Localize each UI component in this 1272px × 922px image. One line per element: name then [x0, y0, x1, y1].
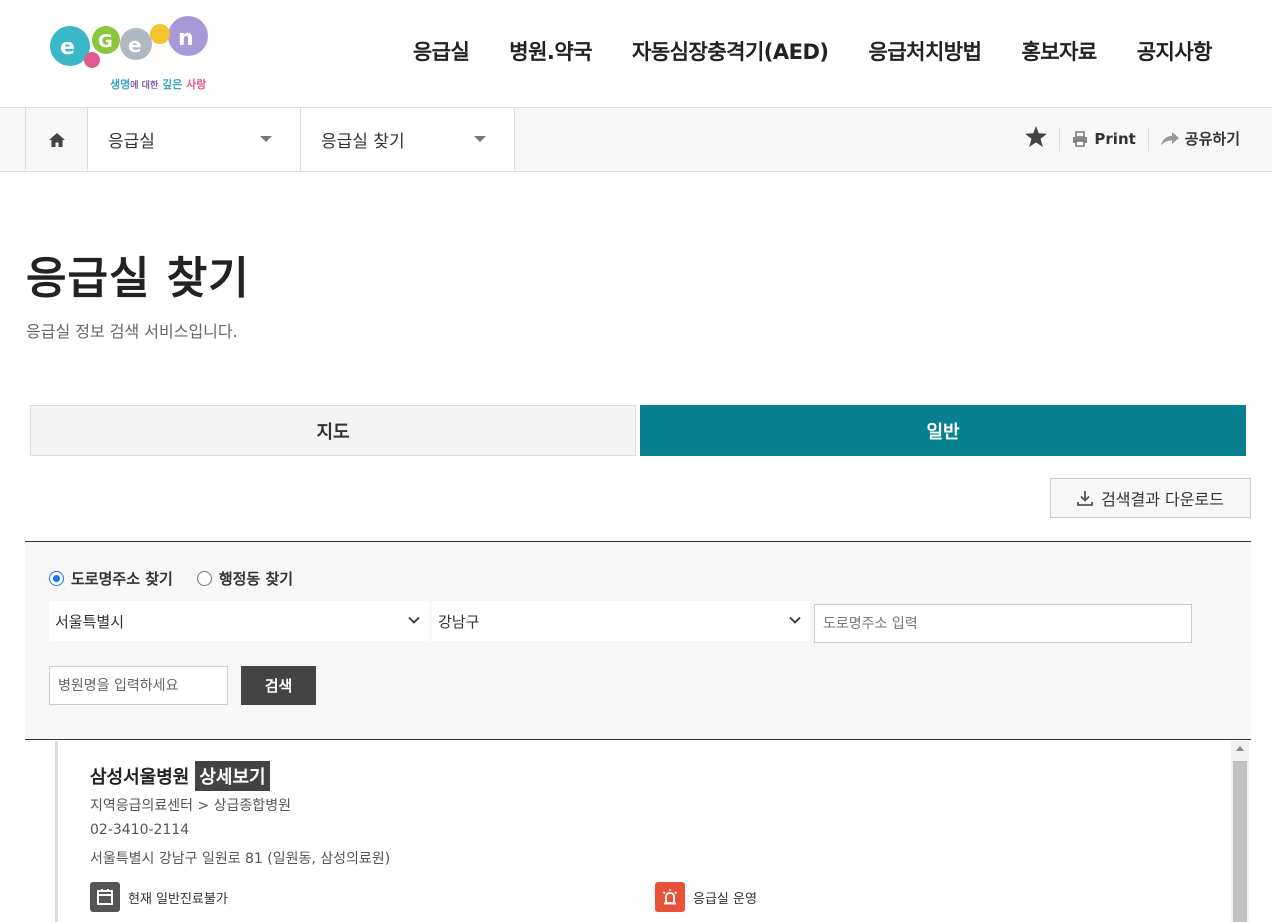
district-select[interactable]: 강남구 — [432, 601, 810, 641]
page-description: 응급실 정보 검색 서비스입니다. — [26, 322, 238, 341]
share-button[interactable]: 공유하기 — [1160, 128, 1240, 149]
home-button[interactable] — [25, 108, 88, 171]
chevron-down-icon — [408, 616, 420, 624]
site-header: e G e n 생명에 대한 깊은 사랑 응급실 병원.약국 자동심장충격기(A… — [0, 0, 1272, 108]
tab-general[interactable]: 일반 — [640, 405, 1246, 456]
tab-map[interactable]: 지도 — [30, 405, 636, 456]
location-bar: 응급실 응급실 찾기 Print 공유하기 — [0, 108, 1272, 172]
radio-road-address[interactable]: 도로명주소 찾기 — [49, 568, 173, 589]
site-logo[interactable]: e G e n 생명에 대한 깊은 사랑 — [48, 14, 218, 94]
print-button[interactable]: Print — [1072, 129, 1136, 148]
scroll-up-button[interactable] — [1231, 745, 1249, 759]
location-depth2-label: 응급실 찾기 — [321, 132, 405, 152]
results-list: 삼성서울병원 상세보기 지역응급의료센터 > 상급종합병원 02-3410-21… — [55, 741, 1251, 922]
nav-aed[interactable]: 자동심장충격기(AED) — [632, 36, 829, 66]
favorite-button[interactable] — [1025, 126, 1048, 151]
printer-icon — [1073, 130, 1088, 147]
hospital-name-input[interactable] — [49, 666, 228, 705]
hospital-phone: 02-3410-2114 — [90, 822, 190, 838]
print-label: Print — [1094, 129, 1136, 148]
search-panel: 도로명주소 찾기 행정동 찾기 서울특별시 강남구 검색 — [25, 541, 1251, 740]
results-scrollbar[interactable] — [1231, 741, 1249, 922]
share-label: 공유하기 — [1184, 130, 1240, 148]
calendar-icon — [90, 882, 120, 912]
road-address-input[interactable] — [814, 604, 1192, 643]
scroll-thumb[interactable] — [1233, 761, 1247, 922]
chevron-down-icon — [789, 616, 801, 624]
location-depth1-select[interactable]: 응급실 — [88, 108, 301, 171]
star-icon — [1025, 126, 1048, 147]
download-label: 검색결과 다운로드 — [1101, 490, 1224, 509]
page-title: 응급실 찾기 — [26, 253, 250, 304]
location-depth2-select[interactable]: 응급실 찾기 — [301, 108, 515, 171]
status-general-label: 현재 일반진료불가 — [128, 891, 228, 907]
hospital-name: 삼성서울병원 — [90, 767, 190, 788]
status-general-care: 현재 일반진료불가 — [90, 882, 228, 912]
nav-first-aid[interactable]: 응급처치방법 — [869, 36, 982, 66]
nav-promotion[interactable]: 홍보자료 — [1021, 36, 1097, 66]
share-arrow-icon — [1160, 131, 1179, 146]
status-er-label: 응급실 운영 — [693, 891, 757, 907]
location-depth1-label: 응급실 — [108, 132, 155, 152]
divider — [1147, 126, 1149, 151]
status-er-operation: 응급실 운영 — [655, 882, 757, 912]
download-results-button[interactable]: 검색결과 다운로드 — [1050, 478, 1251, 518]
siren-icon — [655, 882, 685, 912]
city-select-value: 서울특별시 — [55, 612, 125, 631]
radio-unchecked[interactable] — [196, 571, 212, 586]
caret-down-icon — [474, 136, 486, 142]
utility-menu: Print 공유하기 — [1025, 126, 1240, 151]
radio-road-label: 도로명주소 찾기 — [71, 570, 173, 588]
search-type-radios: 도로명주소 찾기 행정동 찾기 — [49, 568, 317, 589]
nav-emergency-room[interactable]: 응급실 — [413, 36, 470, 66]
list-item-title: 삼성서울병원 상세보기 — [90, 761, 270, 791]
hospital-address: 서울특별시 강남구 일원로 81 (일원동, 삼성의료원) — [90, 851, 391, 867]
svg-text:e: e — [60, 35, 75, 60]
divider — [1059, 126, 1061, 151]
svg-text:n: n — [178, 26, 194, 51]
logo-tagline: 생명에 대한 깊은 사랑 — [110, 78, 207, 91]
download-icon — [1077, 491, 1093, 506]
search-button[interactable]: 검색 — [241, 666, 316, 705]
detail-button[interactable]: 상세보기 — [195, 761, 270, 791]
svg-text:e: e — [128, 33, 142, 57]
home-icon — [48, 132, 65, 147]
hospital-category: 지역응급의료센터 > 상급종합병원 — [90, 798, 291, 814]
city-select[interactable]: 서울특별시 — [49, 601, 429, 641]
radio-checked[interactable] — [49, 571, 64, 586]
nav-notice[interactable]: 공지사항 — [1137, 36, 1213, 66]
main-nav: 응급실 병원.약국 자동심장충격기(AED) 응급처치방법 홍보자료 공지사항 — [373, 36, 1213, 66]
egen-logo-icon: e G e n — [50, 16, 208, 68]
nav-hospital-pharmacy[interactable]: 병원.약국 — [509, 36, 592, 66]
radio-admin-dong[interactable]: 행정동 찾기 — [196, 568, 294, 589]
district-select-value: 강남구 — [438, 612, 480, 631]
triangle-up-icon — [1236, 746, 1244, 751]
radio-admin-label: 행정동 찾기 — [218, 570, 294, 588]
caret-down-icon — [260, 136, 272, 142]
svg-text:G: G — [98, 31, 113, 52]
